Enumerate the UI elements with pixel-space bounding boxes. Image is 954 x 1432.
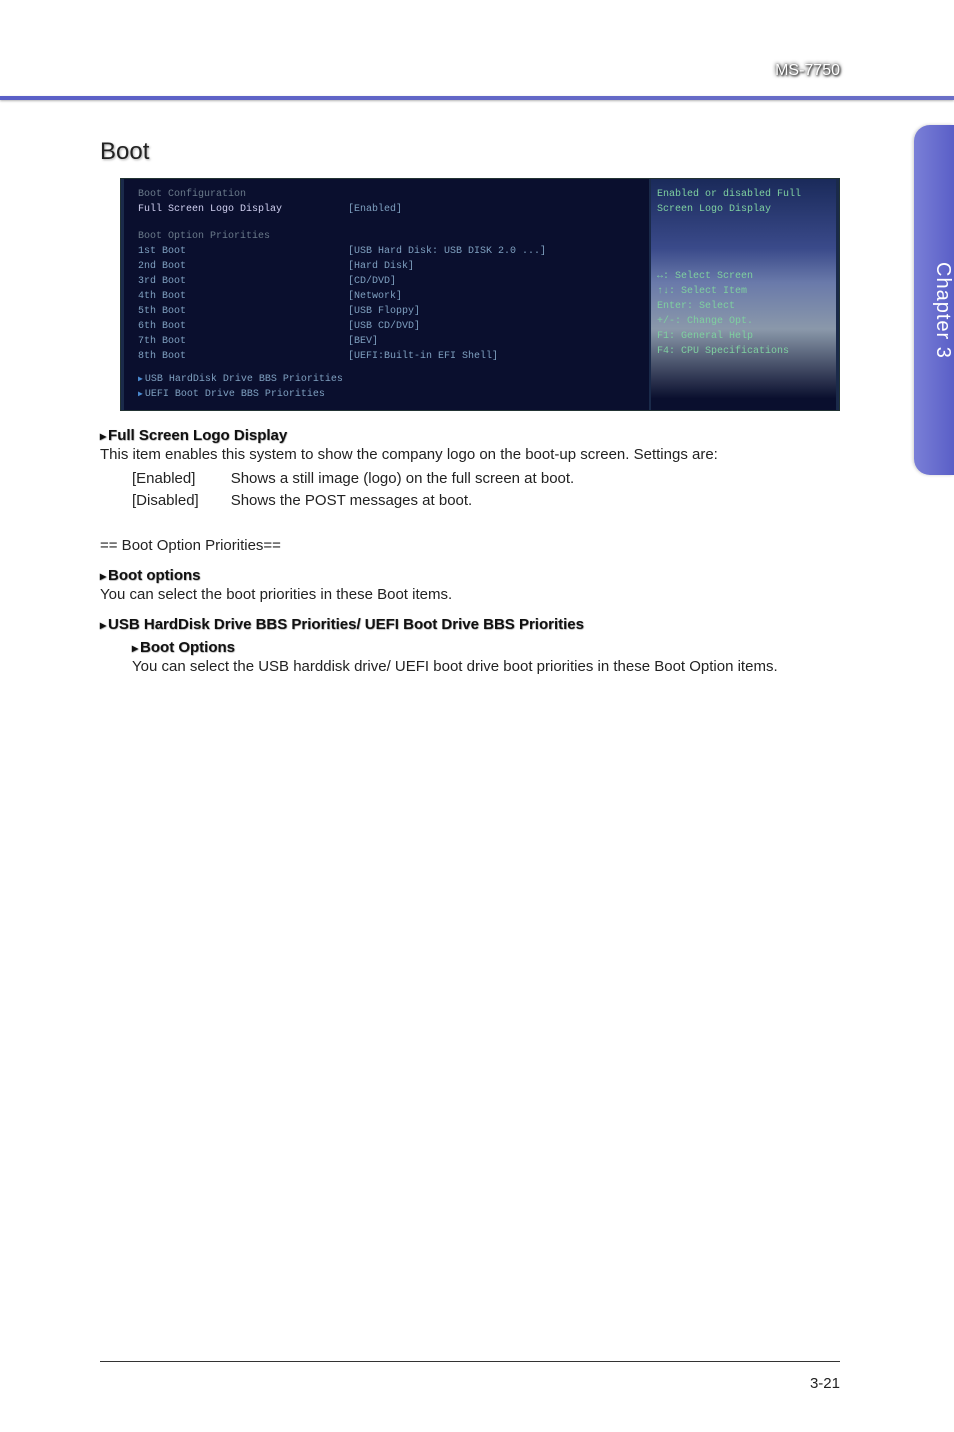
bios-boot-label: 3rd Boot bbox=[138, 274, 348, 289]
bios-sub-uefi-bbs: UEFI Boot Drive BBS Priorities bbox=[138, 387, 325, 402]
bios-key-hint: +/-: Change Opt. bbox=[657, 314, 830, 329]
option-enabled-val: Shows a still image (logo) on the full s… bbox=[231, 468, 575, 490]
bbs-sub-body: You can select the USB harddisk drive/ U… bbox=[132, 656, 840, 678]
item-boot-options: Boot options bbox=[100, 567, 840, 584]
bios-boot-label: 4th Boot bbox=[138, 289, 348, 304]
chapter-tab: Chapter 3 bbox=[914, 125, 954, 475]
bios-config-header: Boot Configuration bbox=[138, 187, 348, 202]
bios-sub-usb-bbs: USB HardDisk Drive BBS Priorities bbox=[138, 372, 343, 387]
section-title: Boot bbox=[100, 138, 840, 166]
fslogo-body: This item enables this system to show th… bbox=[100, 444, 840, 466]
option-disabled-val: Shows the POST messages at boot. bbox=[231, 490, 575, 512]
option-enabled-key: [Enabled] bbox=[132, 468, 231, 490]
fslogo-options: [Enabled] Shows a still image (logo) on … bbox=[132, 468, 574, 512]
bios-boot-value: [USB Hard Disk: USB DISK 2.0 ...] bbox=[348, 244, 546, 259]
bios-full-logo-value: [Enabled] bbox=[348, 202, 402, 217]
model-number: MS-7750 bbox=[775, 62, 840, 80]
header-divider bbox=[0, 96, 954, 100]
bios-key-hint: ↑↓: Select Item bbox=[657, 284, 830, 299]
bootopt-body: You can select the boot priorities in th… bbox=[100, 584, 840, 606]
bios-right-pane: Enabled or disabled Full Screen Logo Dis… bbox=[649, 179, 839, 410]
bios-boot-label: 8th Boot bbox=[138, 349, 348, 364]
footer-divider bbox=[100, 1361, 840, 1362]
item-title-text: USB HardDisk Drive BBS Priorities/ UEFI … bbox=[108, 616, 584, 633]
bios-key-hint: F1: General Help bbox=[657, 329, 830, 344]
bios-boot-label: 1st Boot bbox=[138, 244, 348, 259]
item-title-text: Boot options bbox=[108, 567, 200, 584]
bios-left-pane: Boot Configuration Full Screen Logo Disp… bbox=[121, 179, 649, 410]
item-full-screen-logo: Full Screen Logo Display bbox=[100, 427, 840, 444]
item-bbs-priorities: USB HardDisk Drive BBS Priorities/ UEFI … bbox=[100, 616, 840, 633]
bios-boot-label: 5th Boot bbox=[138, 304, 348, 319]
bios-boot-value: [USB CD/DVD] bbox=[348, 319, 420, 334]
item-title-text: Full Screen Logo Display bbox=[108, 427, 287, 444]
item-title-text: Boot Options bbox=[140, 639, 235, 656]
bios-priorities-header: Boot Option Priorities bbox=[138, 229, 348, 244]
bios-help-text: Enabled or disabled Full Screen Logo Dis… bbox=[657, 187, 830, 217]
bbs-sub-block: Boot Options You can select the USB hard… bbox=[132, 639, 840, 678]
bios-key-hint: ↔: Select Screen bbox=[657, 269, 830, 284]
bios-boot-value: [Network] bbox=[348, 289, 402, 304]
bios-boot-label: 2nd Boot bbox=[138, 259, 348, 274]
bios-key-hint: F4: CPU Specifications bbox=[657, 344, 830, 359]
page-number: 3-21 bbox=[810, 1375, 840, 1392]
bios-screenshot: Boot Configuration Full Screen Logo Disp… bbox=[120, 178, 840, 411]
bios-boot-value: [USB Floppy] bbox=[348, 304, 420, 319]
bios-boot-label: 6th Boot bbox=[138, 319, 348, 334]
bios-key-hint: Enter: Select bbox=[657, 299, 830, 314]
item-bbs-sub-boot-options: Boot Options bbox=[132, 639, 840, 656]
bios-boot-value: [Hard Disk] bbox=[348, 259, 414, 274]
page: MS-7750 Chapter 3 Boot Boot Configuratio… bbox=[0, 0, 954, 1432]
boot-priorities-header: == Boot Option Priorities== bbox=[100, 535, 840, 557]
bios-boot-value: [BEV] bbox=[348, 334, 378, 349]
bios-boot-value: [UEFI:Built-in EFI Shell] bbox=[348, 349, 498, 364]
main-content: Boot Boot Configuration Full Screen Logo… bbox=[100, 138, 840, 678]
bios-boot-value: [CD/DVD] bbox=[348, 274, 396, 289]
option-disabled-key: [Disabled] bbox=[132, 490, 231, 512]
bios-help-keys: ↔: Select Screen ↑↓: Select Item Enter: … bbox=[657, 269, 830, 359]
bios-boot-label: 7th Boot bbox=[138, 334, 348, 349]
bios-full-logo-label: Full Screen Logo Display bbox=[138, 202, 348, 217]
